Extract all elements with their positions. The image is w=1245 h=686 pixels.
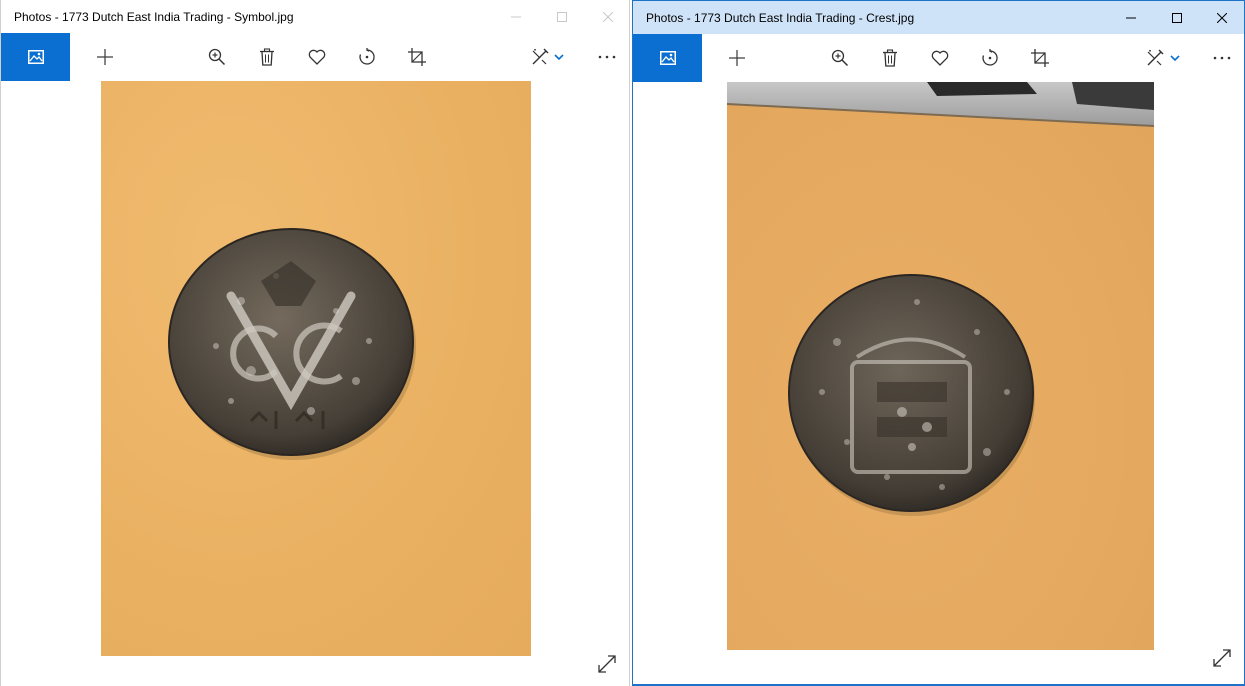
add-button[interactable] (85, 33, 125, 81)
expand-icon (1213, 649, 1231, 667)
edit-dropdown-button[interactable] (1163, 34, 1187, 82)
minimize-icon (1126, 17, 1136, 18)
maximize-button[interactable] (1154, 1, 1200, 34)
coin-obverse-image (168, 228, 416, 460)
window-title: Photos - 1773 Dutch East India Trading -… (646, 11, 915, 25)
delete-button[interactable] (870, 34, 910, 82)
photo-toolbar (633, 34, 1244, 82)
maximize-icon (1172, 12, 1182, 23)
minimize-button[interactable] (493, 0, 539, 33)
chevron-down-icon (554, 54, 564, 60)
zoom-in-icon (831, 49, 849, 67)
rotate-button[interactable] (347, 33, 387, 81)
zoom-button[interactable] (820, 34, 860, 82)
photos-window-symbol[interactable]: Photos - 1773 Dutch East India Trading -… (0, 0, 630, 686)
full-screen-button[interactable] (1210, 646, 1234, 670)
chevron-down-icon (1170, 55, 1180, 61)
add-button[interactable] (717, 34, 757, 82)
add-icon (729, 50, 745, 66)
rotate-button[interactable] (970, 34, 1010, 82)
crop-button[interactable] (397, 33, 437, 81)
add-icon (97, 49, 113, 65)
window-title: Photos - 1773 Dutch East India Trading -… (14, 10, 294, 24)
close-icon (603, 11, 613, 22)
favorite-icon (931, 50, 949, 66)
edit-dropdown-button[interactable] (547, 33, 571, 81)
photo-canvas[interactable] (727, 82, 1154, 650)
rotate-icon (982, 49, 998, 66)
coin-reverse-image (727, 82, 1154, 516)
delete-icon (883, 49, 897, 67)
expand-icon (598, 655, 616, 673)
collection-button[interactable] (633, 34, 702, 82)
zoom-button[interactable] (197, 33, 237, 81)
collection-button[interactable] (1, 33, 70, 81)
collection-icon (659, 51, 676, 65)
photos-window-crest[interactable]: Photos - 1773 Dutch East India Trading -… (632, 0, 1245, 686)
titlebar[interactable]: Photos - 1773 Dutch East India Trading -… (633, 1, 1244, 34)
zoom-in-icon (208, 48, 226, 66)
favorite-button[interactable] (920, 34, 960, 82)
favorite-icon (308, 49, 326, 65)
favorite-button[interactable] (297, 33, 337, 81)
close-button[interactable] (585, 0, 629, 33)
collection-icon (27, 50, 44, 64)
more-icon (1213, 56, 1231, 60)
more-button[interactable] (587, 33, 627, 81)
minimize-icon (511, 16, 521, 17)
minimize-button[interactable] (1108, 1, 1154, 34)
maximize-icon (557, 11, 567, 22)
crop-button[interactable] (1020, 34, 1060, 82)
photo-canvas[interactable] (101, 81, 531, 656)
maximize-button[interactable] (539, 0, 585, 33)
full-screen-button[interactable] (595, 652, 619, 676)
delete-icon (260, 48, 274, 66)
rotate-icon (359, 48, 375, 65)
photo-toolbar (1, 33, 629, 81)
crop-icon (1031, 49, 1049, 67)
more-button[interactable] (1202, 34, 1242, 82)
more-icon (598, 55, 616, 59)
titlebar[interactable]: Photos - 1773 Dutch East India Trading -… (1, 0, 629, 33)
crop-icon (408, 48, 426, 66)
close-button[interactable] (1199, 1, 1244, 34)
close-icon (1217, 12, 1227, 23)
delete-button[interactable] (247, 33, 287, 81)
